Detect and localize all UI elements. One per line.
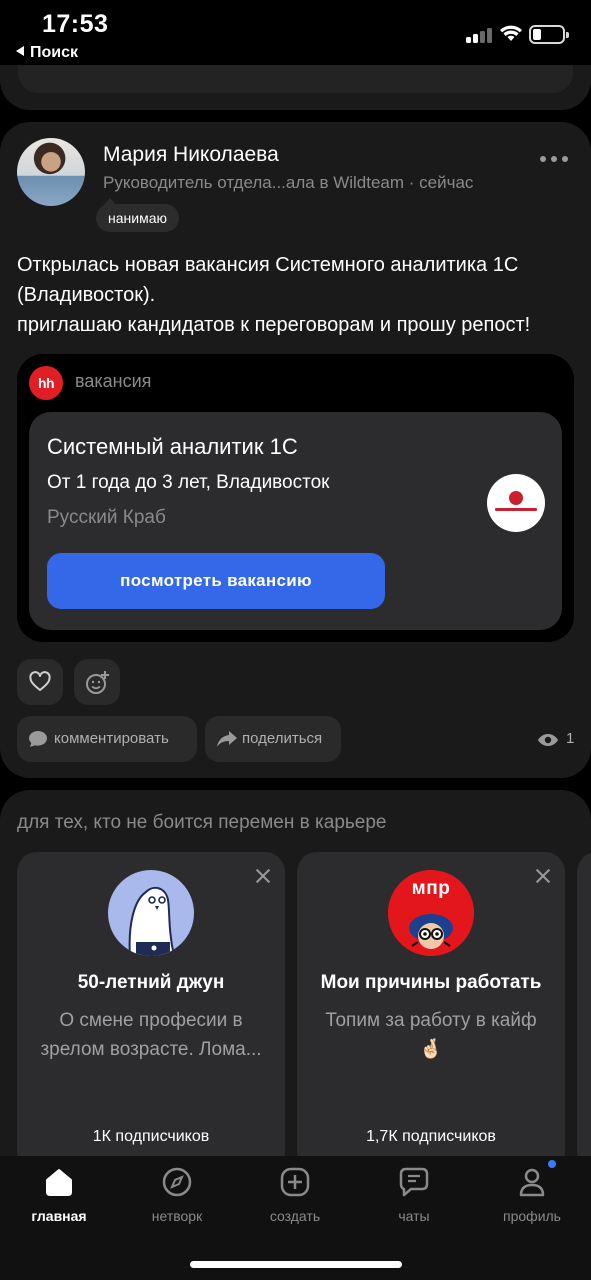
tab-label: чаты xyxy=(398,1208,430,1224)
profile-icon xyxy=(519,1168,545,1197)
company-logo xyxy=(487,474,545,532)
post-text-line: Открылась новая вакансия Системного анал… xyxy=(17,254,519,276)
home-icon xyxy=(46,1169,72,1196)
channel-card[interactable]: мпр Мои причины работать Топим за работу… xyxy=(297,852,565,1172)
tab-label: нетворк xyxy=(151,1208,203,1224)
vacancy-attachment: hh вакансия Системный аналитик 1С От 1 г… xyxy=(17,354,574,642)
vacancy-experience-location: От 1 года до 3 лет, Владивосток xyxy=(47,472,330,493)
hh-logo: hh xyxy=(29,366,63,400)
channel-avatar-text: мпр xyxy=(411,878,451,899)
post-text-line: приглашаю кандидатов к переговорам и про… xyxy=(17,314,531,336)
channel-subscribers: 1,7К подписчиков xyxy=(366,1128,496,1145)
more-options-icon[interactable] xyxy=(540,156,568,164)
comment-button[interactable]: комментировать xyxy=(17,716,197,762)
cellular-signal-icon xyxy=(466,27,494,43)
wifi-icon xyxy=(500,25,522,41)
channel-subscribers: 1К подписчиков xyxy=(92,1128,210,1145)
tab-network[interactable]: нетворк xyxy=(127,1166,227,1230)
previous-post-actions xyxy=(18,65,573,93)
battery-icon xyxy=(529,25,569,44)
post-card: Мария Николаева Руководитель отдела...ал… xyxy=(0,122,591,778)
hiring-badge: нанимаю xyxy=(96,198,179,232)
add-emoji-icon xyxy=(86,671,109,694)
share-icon xyxy=(217,731,237,747)
close-icon[interactable] xyxy=(255,868,271,884)
channel-description: О смене професии в зрелом возрасте. Лома… xyxy=(40,1010,262,1060)
add-reaction-button[interactable] xyxy=(74,659,120,705)
vacancy-title: Системный аналитик 1С xyxy=(47,434,298,459)
author-subtitle: Руководитель отдела...ала в Wildteam · с… xyxy=(103,173,474,192)
tab-label: главная xyxy=(31,1208,87,1224)
channel-card-peek[interactable] xyxy=(577,852,591,1172)
status-time: 17:53 xyxy=(42,10,109,38)
penguin-illustration xyxy=(108,870,194,956)
heart-icon xyxy=(29,671,51,691)
channel-title: Мои причины работать xyxy=(320,972,542,993)
post-text: Открылась новая вакансия Системного анал… xyxy=(17,250,582,340)
compass-icon xyxy=(162,1167,192,1197)
status-bar: 17:53 Поиск xyxy=(0,0,591,70)
close-icon[interactable] xyxy=(535,868,551,884)
author-avatar[interactable] xyxy=(17,138,85,206)
share-label: поделиться xyxy=(242,730,323,747)
back-label: Поиск xyxy=(30,44,79,61)
like-button[interactable] xyxy=(17,659,63,705)
back-to-search-button[interactable]: Поиск xyxy=(16,44,78,62)
comment-label: комментировать xyxy=(54,730,169,747)
tab-label: профиль xyxy=(503,1208,561,1224)
previous-post-card xyxy=(0,65,591,110)
vacancy-company: Русский Краб xyxy=(47,507,166,528)
tab-create[interactable]: создать xyxy=(245,1166,345,1230)
view-vacancy-button[interactable]: посмотреть вакансию xyxy=(47,553,385,609)
tab-profile[interactable]: профиль xyxy=(482,1166,582,1230)
tab-chats[interactable]: чаты xyxy=(364,1166,464,1230)
home-indicator[interactable] xyxy=(190,1261,402,1268)
vacancy-source-label: вакансия xyxy=(75,371,152,391)
recommended-channels-section: для тех, кто не боится перемен в карьере… xyxy=(0,790,591,1190)
channel-avatar xyxy=(108,870,194,956)
chat-icon xyxy=(399,1167,429,1197)
tab-home[interactable]: главная xyxy=(9,1166,109,1230)
share-button[interactable]: поделиться xyxy=(205,716,341,762)
channel-description: Топим за работу в кайф 🤞🏻 xyxy=(325,1010,537,1060)
plus-square-icon xyxy=(280,1167,310,1197)
tab-label: создать xyxy=(269,1208,321,1224)
vacancy-card[interactable]: Системный аналитик 1С От 1 года до 3 лет… xyxy=(29,412,562,630)
channel-title: 50-летний джун xyxy=(77,972,225,993)
channel-card[interactable]: 50-летний джун О смене професии в зрелом… xyxy=(17,852,285,1172)
comment-icon xyxy=(29,731,47,747)
profile-notification-dot xyxy=(548,1160,556,1168)
section-heading: для тех, кто не боится перемен в карьере xyxy=(17,812,387,833)
eye-icon xyxy=(538,734,558,746)
views-count: 1 xyxy=(566,730,575,747)
channel-avatar: мпр xyxy=(388,870,474,956)
post-text-line: (Владивосток). xyxy=(17,284,156,306)
author-name[interactable]: Мария Николаева xyxy=(103,143,279,167)
back-arrow-icon xyxy=(16,46,24,56)
